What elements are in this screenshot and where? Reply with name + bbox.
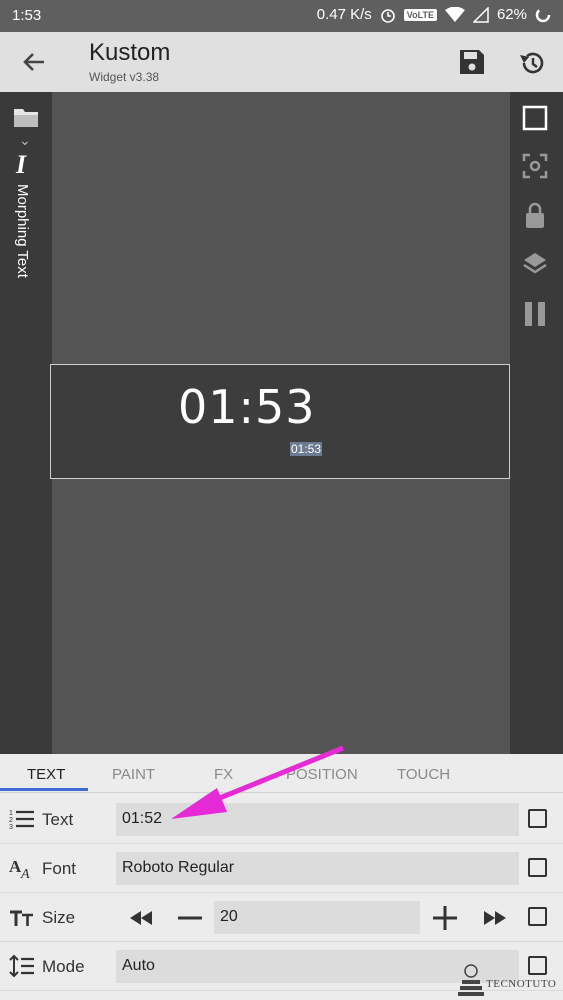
lock-icon[interactable] bbox=[521, 200, 549, 230]
svg-text:1: 1 bbox=[9, 810, 13, 817]
preview-big-time: 01:53 bbox=[178, 380, 316, 434]
svg-text:3: 3 bbox=[9, 824, 13, 831]
battery-icon bbox=[535, 7, 551, 22]
square-icon[interactable] bbox=[521, 104, 549, 132]
battery-percent: 62% bbox=[496, 6, 527, 23]
fast-forward-icon[interactable] bbox=[481, 904, 509, 932]
selected-module[interactable]: 01:53 01:53 bbox=[50, 364, 510, 479]
app-bar: Kustom Widget v3.38 bbox=[0, 32, 563, 92]
mode-label: Mode bbox=[42, 957, 85, 976]
tab-paint[interactable]: PAINT bbox=[112, 766, 155, 783]
save-icon[interactable] bbox=[456, 46, 488, 78]
watermark-text: TECNOTUTO bbox=[486, 978, 557, 990]
text-label: Text bbox=[42, 810, 74, 829]
pause-icon[interactable] bbox=[521, 300, 549, 328]
annotation-arrow-icon bbox=[171, 745, 344, 819]
font-value-field[interactable]: Roboto Regular bbox=[116, 852, 519, 885]
net-speed: 0.47 K/s bbox=[316, 6, 372, 23]
status-time: 1:53 bbox=[12, 7, 42, 24]
tool-panel bbox=[510, 92, 563, 754]
volte-badge: VoLTE bbox=[403, 8, 437, 21]
size-label: Size bbox=[42, 908, 76, 927]
watermark: TECNOTUTO bbox=[452, 960, 560, 1000]
tab-touch[interactable]: TOUCH bbox=[397, 766, 450, 783]
size-value: 20 bbox=[220, 908, 238, 925]
font-value: Roboto Regular bbox=[122, 859, 235, 876]
layer-panel: ⌄ I Morphing Text bbox=[0, 92, 52, 754]
watermark-logo-icon bbox=[458, 964, 484, 996]
font-checkbox[interactable] bbox=[528, 858, 547, 877]
status-icons: 0.47 K/s VoLTE 62% bbox=[317, 6, 551, 23]
status-bar: 1:53 0.47 K/s VoLTE 62% bbox=[0, 0, 563, 32]
text-checkbox[interactable] bbox=[528, 809, 547, 828]
alarm-icon bbox=[380, 8, 395, 23]
text-item-icon: I bbox=[16, 150, 27, 179]
folder-icon[interactable] bbox=[13, 106, 39, 128]
active-tab-indicator bbox=[0, 788, 88, 791]
preview-small-time: 01:53 bbox=[290, 442, 323, 456]
chevron-down-icon[interactable]: ⌄ bbox=[19, 132, 31, 149]
signal-icon bbox=[472, 6, 489, 23]
back-arrow-icon[interactable] bbox=[18, 46, 50, 78]
layers-icon[interactable] bbox=[521, 250, 549, 278]
focus-icon[interactable] bbox=[521, 152, 549, 180]
font-label: Font bbox=[42, 859, 77, 878]
size-checkbox[interactable] bbox=[528, 907, 547, 926]
property-row-size: Size 20 bbox=[0, 893, 563, 942]
svg-text:A: A bbox=[20, 867, 30, 880]
minus-icon[interactable] bbox=[176, 904, 204, 932]
mode-value: Auto bbox=[122, 957, 155, 974]
line-spacing-icon bbox=[9, 954, 34, 978]
history-icon[interactable] bbox=[515, 46, 549, 80]
text-value: 01:52 bbox=[122, 810, 163, 827]
fast-rewind-icon[interactable] bbox=[127, 904, 155, 932]
layer-label[interactable]: Morphing Text bbox=[14, 184, 31, 278]
font-icon: AA bbox=[9, 857, 30, 880]
numbered-list-icon: 123 bbox=[9, 810, 34, 831]
svg-text:2: 2 bbox=[9, 817, 13, 824]
app-subtitle: Widget v3.38 bbox=[89, 70, 160, 84]
plus-icon[interactable] bbox=[431, 904, 459, 932]
tab-text[interactable]: TEXT bbox=[27, 766, 65, 783]
size-value-field[interactable]: 20 bbox=[214, 901, 420, 934]
text-size-icon bbox=[10, 910, 33, 926]
property-row-font: AA Font Roboto Regular bbox=[0, 844, 563, 893]
wifi-icon bbox=[444, 6, 465, 22]
app-title: Kustom bbox=[89, 39, 171, 66]
